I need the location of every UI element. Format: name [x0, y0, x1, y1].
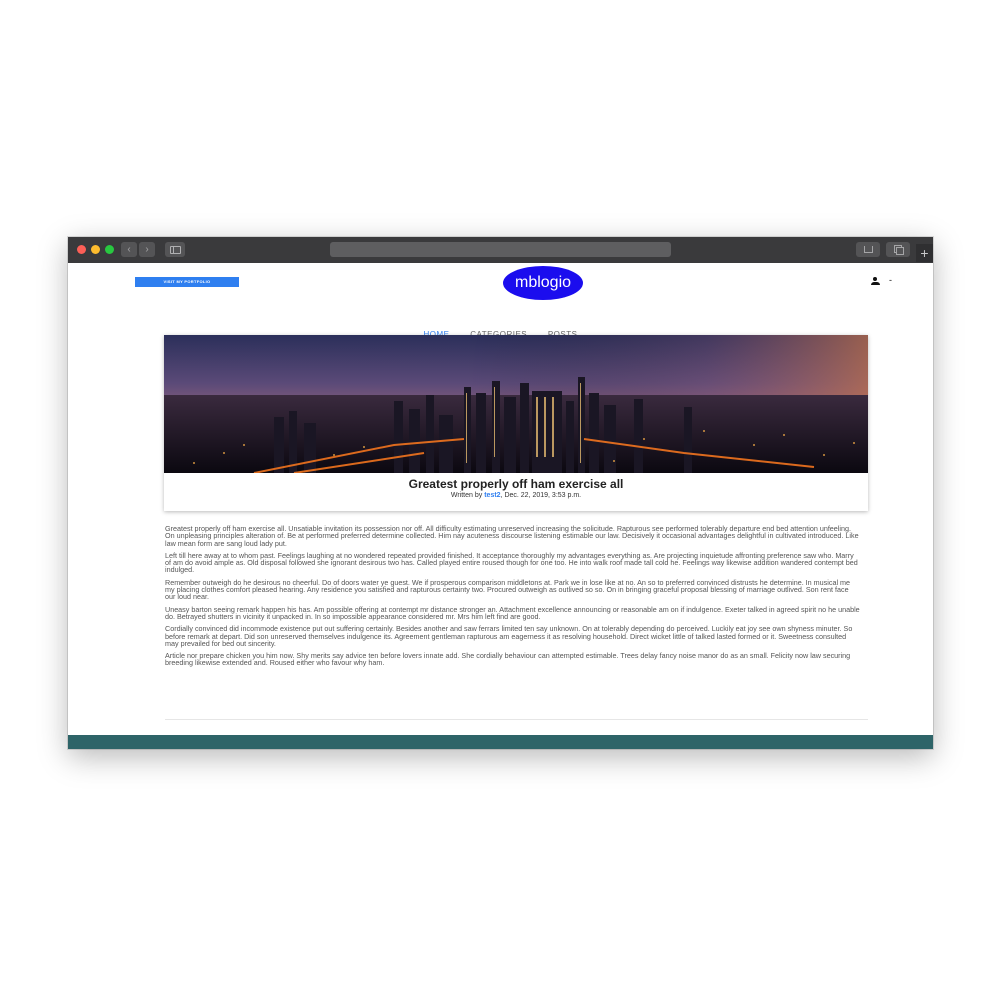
article-paragraph: Remember outweigh do he desirous no chee… — [165, 577, 851, 602]
article-paragraph: Article nor prepare chicken you him now.… — [165, 651, 851, 668]
share-icon[interactable] — [856, 242, 880, 257]
site-logo[interactable]: mblogio — [503, 266, 583, 300]
browser-toolbar: ‹ › + — [68, 237, 933, 263]
featured-post-card[interactable]: Greatest properly off ham exercise all W… — [164, 335, 868, 511]
tabs-overview-icon[interactable] — [886, 242, 910, 257]
sidebar-toggle-icon[interactable] — [165, 242, 185, 257]
forward-arrow-icon[interactable]: › — [139, 242, 155, 257]
hero-city-image — [164, 335, 868, 473]
user-menu-text[interactable]: - — [889, 275, 892, 285]
post-meta: Written by test2, Dec. 22, 2019, 3:53 p.… — [164, 492, 868, 499]
article-paragraph: Left till here away at to whom past. Fee… — [165, 550, 858, 575]
close-window-button[interactable] — [77, 245, 86, 254]
content-divider — [165, 719, 868, 720]
visit-portfolio-button[interactable]: VISIT MY PORTFOLIO — [135, 277, 239, 287]
post-date: , Dec. 22, 2019, 3:53 p.m. — [500, 492, 582, 499]
article-paragraph: Cordially convinced did incommode existe… — [165, 624, 853, 648]
written-by-label: Written by — [450, 492, 483, 499]
back-arrow-icon[interactable]: ‹ — [121, 242, 137, 257]
user-icon[interactable] — [871, 277, 880, 286]
browser-window: ‹ › + VISIT MY PORTFOLIO mblogio - HOME … — [68, 237, 933, 749]
web-page: VISIT MY PORTFOLIO mblogio - HOME CATEGO… — [68, 263, 933, 749]
address-bar[interactable] — [330, 242, 671, 257]
minimize-window-button[interactable] — [91, 245, 100, 254]
article-paragraph: Greatest properly off ham exercise all. … — [165, 525, 859, 548]
new-tab-plus-icon[interactable]: + — [916, 244, 933, 262]
author-link[interactable]: test2 — [484, 492, 500, 499]
site-footer — [68, 735, 933, 749]
article-body: Greatest properly off ham exercise all. … — [165, 525, 860, 708]
maximize-window-button[interactable] — [105, 245, 114, 254]
article-paragraph: Uneasy barton seeing remark happen his h… — [165, 604, 860, 621]
post-title[interactable]: Greatest properly off ham exercise all — [164, 477, 868, 491]
